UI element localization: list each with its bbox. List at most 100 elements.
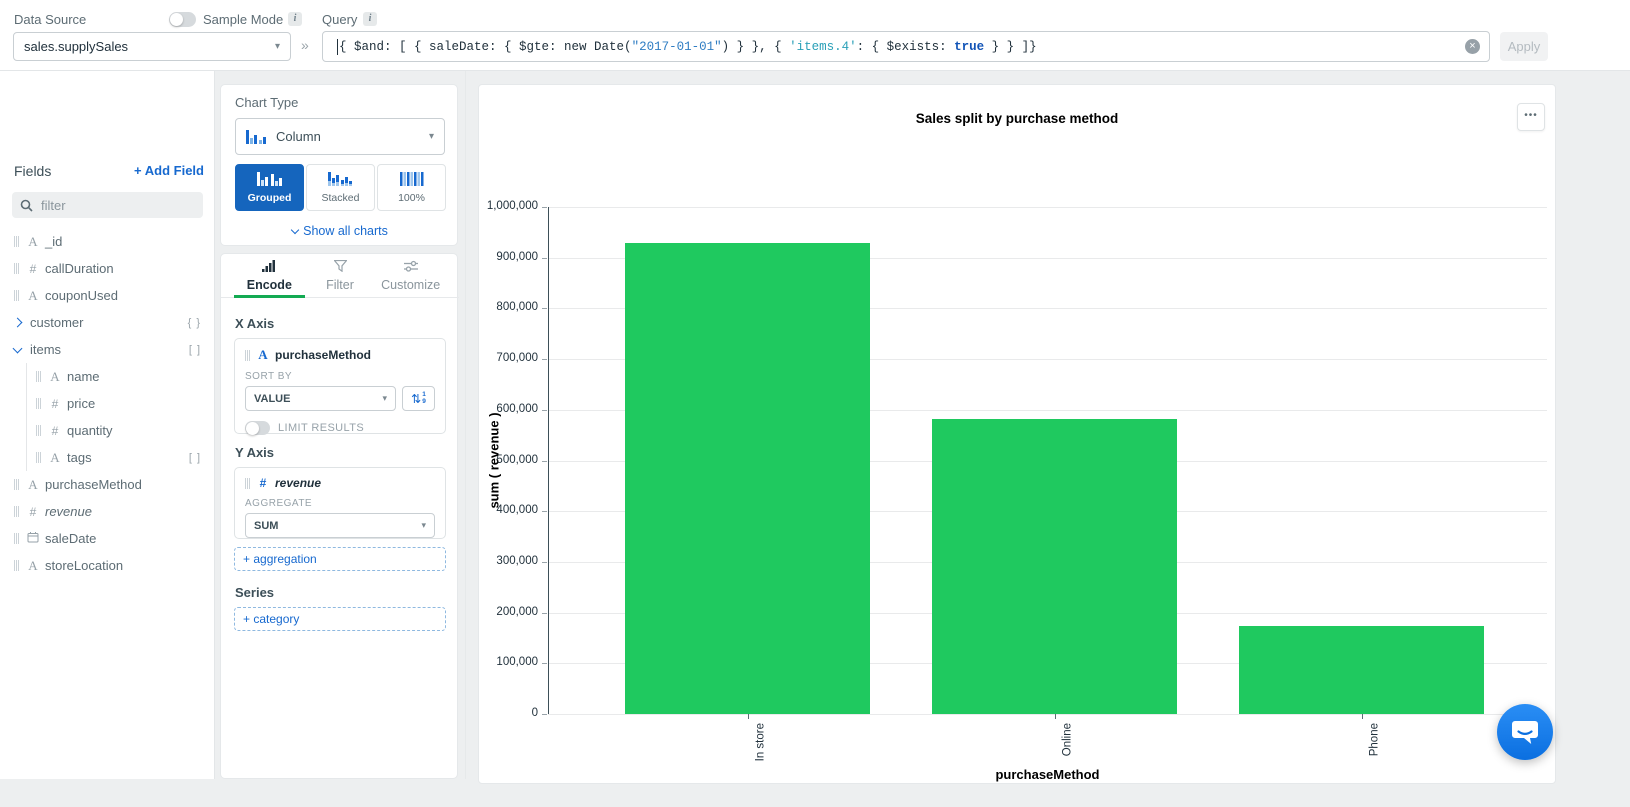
field-name: couponUsed [45, 288, 118, 303]
variant-label: Stacked [322, 192, 360, 204]
tab-encode[interactable]: Encode [234, 254, 305, 297]
field-name: name [67, 369, 100, 384]
chat-launcher-button[interactable] [1497, 704, 1553, 760]
query-input[interactable]: { $and: [ { saleDate: { $gte: new Date("… [322, 31, 1490, 62]
apply-button[interactable]: Apply [1500, 32, 1548, 61]
text-cursor [337, 39, 338, 55]
chevron-down-icon: ▾ [421, 520, 426, 531]
chat-bubble-icon [1511, 719, 1539, 745]
chart-preview-card: Sales split by purchase method ••• 0100,… [478, 84, 1556, 784]
y-tick-mark [542, 511, 547, 512]
query-segment: 'items.4' [789, 40, 857, 54]
number-type-icon: # [256, 476, 270, 490]
field-item-quantity[interactable]: #quantity [26, 417, 215, 444]
chevron-down-icon: ▾ [429, 131, 434, 142]
topbar: Data Source sales.supplySales ▾ Sample M… [0, 0, 1630, 71]
mongodb-charts-builder: Data Source sales.supplySales ▾ Sample M… [0, 0, 1630, 807]
info-icon[interactable]: i [288, 12, 302, 26]
field-item-saleDate[interactable]: saleDate [0, 525, 215, 552]
chart-variant-buttons: Grouped Stacked 100% [235, 164, 446, 211]
field-name: revenue [45, 504, 92, 519]
bar-online[interactable] [932, 419, 1177, 714]
encode-card: EncodeFilterCustomize X Axis A purchaseM… [220, 253, 458, 779]
field-item-price[interactable]: #price [26, 390, 215, 417]
field-item-couponUsed[interactable]: AcouponUsed [0, 282, 215, 309]
bar-chart-plot: 0100,000200,000300,000400,000500,000600,… [479, 85, 1555, 783]
tab-filter[interactable]: Filter [305, 254, 376, 297]
x-tick-label-text: In store [754, 723, 766, 761]
sample-mode-toggle[interactable] [169, 12, 196, 27]
fields-list: A_id#callDurationAcouponUsedcustomer{ }i… [0, 228, 215, 579]
field-item-callDuration[interactable]: #callDuration [0, 255, 215, 282]
chart-type-select[interactable]: Column ▾ [235, 118, 445, 155]
y-tick-mark [542, 410, 547, 411]
add-field-button[interactable]: + Add Field [134, 163, 204, 178]
y-axis-field-card: # revenue AGGREGATE SUM▾ [234, 467, 446, 539]
gridline [548, 714, 1547, 715]
field-item-purchaseMethod[interactable]: ApurchaseMethod [0, 471, 215, 498]
field-name: storeLocation [45, 558, 123, 573]
number-type-icon: # [25, 505, 41, 519]
field-item-revenue[interactable]: # revenue [0, 498, 215, 525]
data-source-select[interactable]: sales.supplySales ▾ [13, 32, 291, 61]
drag-handle-icon [14, 236, 19, 247]
drag-handle-icon [14, 533, 19, 544]
string-badge: [ ] [189, 452, 201, 464]
info-icon[interactable]: i [363, 12, 377, 26]
aggregate-select[interactable]: SUM▾ [245, 513, 435, 538]
y-tick-mark [542, 663, 547, 664]
drag-handle-icon [36, 425, 41, 436]
y-axis-label: Y Axis [235, 445, 274, 460]
y-field-name: revenue [275, 476, 321, 490]
y-field-chip[interactable]: # revenue [245, 476, 435, 490]
query-segment: : { $exists: [857, 40, 955, 54]
chevron-right-icon[interactable] [13, 318, 23, 328]
x-axis-field-card: A purchaseMethod SORT BY VALUE▾ ⇅19 LIMI… [234, 338, 446, 434]
sort-direction-button[interactable]: ⇅19 [402, 386, 435, 411]
chevron-down-icon: ▾ [275, 41, 280, 52]
y-tick-mark [542, 714, 547, 715]
double-chevron-icon: » [301, 37, 309, 53]
chevron-down-icon[interactable] [13, 343, 23, 353]
number-type-icon: # [47, 424, 63, 438]
query-segment: "2017-01-01" [632, 40, 722, 54]
variant-button-stacked[interactable]: Stacked [306, 164, 375, 211]
drag-handle-icon [36, 371, 41, 382]
x-tick-mark [1055, 714, 1056, 719]
y-tick-mark [542, 461, 547, 462]
y-tick-mark [542, 359, 547, 360]
drag-handle-icon [36, 452, 41, 463]
field-item-storeLocation[interactable]: AstoreLocation [0, 552, 215, 579]
limit-results-toggle[interactable] [245, 421, 270, 435]
bar-in-store[interactable] [625, 243, 870, 714]
date-type-icon [25, 531, 41, 546]
toggle-knob [246, 422, 259, 435]
x-field-chip[interactable]: A purchaseMethod [245, 347, 435, 363]
variant-label: 100% [398, 192, 425, 204]
sort-by-select[interactable]: VALUE▾ [245, 386, 396, 411]
query-segment: true [954, 40, 984, 54]
field-item-items[interactable]: items[ ] [0, 336, 215, 363]
y-axis-line [548, 207, 549, 714]
field-filter-input[interactable] [39, 197, 183, 214]
drag-handle-icon [245, 350, 250, 361]
field-item-name[interactable]: Aname [26, 363, 215, 390]
drag-handle-icon [14, 263, 19, 274]
add-aggregation-button[interactable]: + aggregation [234, 547, 446, 571]
field-item-customer[interactable]: customer{ } [0, 309, 215, 336]
field-item-tags[interactable]: Atags[ ] [26, 444, 215, 471]
chart-config-column: Chart Type Column ▾ GroupedStacked100% S… [215, 70, 466, 779]
show-all-charts-link[interactable]: Show all charts [221, 224, 459, 238]
clear-query-icon[interactable]: × [1465, 39, 1480, 54]
variant-button-grouped[interactable]: Grouped [235, 164, 304, 211]
limit-results-label: LIMIT RESULTS [278, 422, 364, 434]
field-item-_id[interactable]: A_id [0, 228, 215, 255]
field-filter-search[interactable] [12, 192, 203, 218]
x-tick-mark [1362, 714, 1363, 719]
bar-phone[interactable] [1239, 626, 1484, 714]
sample-mode-label: Sample Mode [203, 12, 283, 27]
variant-button-100pct[interactable]: 100% [377, 164, 446, 211]
tab-customize[interactable]: Customize [375, 254, 446, 297]
field-name: items [30, 342, 61, 357]
add-category-button[interactable]: + category [234, 607, 446, 631]
